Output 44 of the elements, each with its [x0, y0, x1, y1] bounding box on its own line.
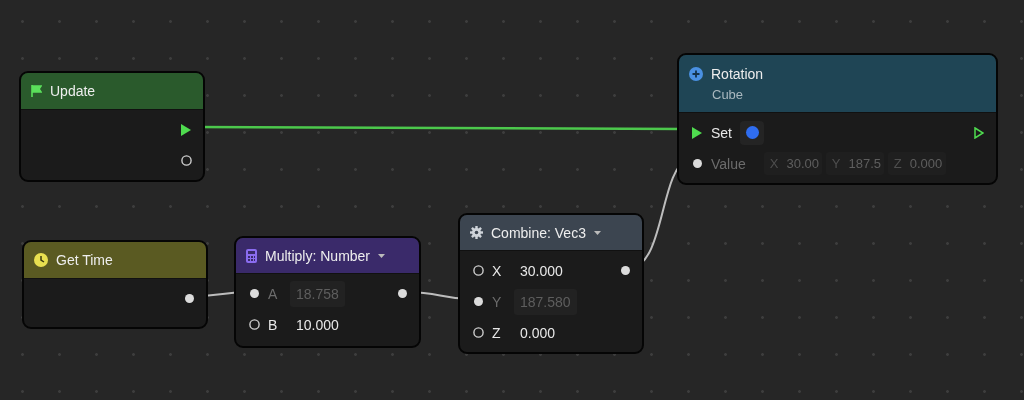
port-label: B	[268, 315, 279, 334]
field-value: 187.5	[848, 156, 881, 171]
node-card[interactable]: Get Time	[22, 240, 208, 329]
input-port-icon[interactable]	[472, 265, 484, 276]
output-port-icon[interactable]	[974, 126, 984, 139]
input-port-icon[interactable]	[473, 297, 483, 306]
node-title: Get Time	[56, 252, 113, 268]
field-value: 0.000	[909, 156, 943, 171]
input-port-icon[interactable]	[249, 289, 259, 298]
port-label: Z	[492, 323, 502, 342]
clock-icon	[34, 253, 48, 267]
node-card[interactable]: Combine: Vec3 X 30.000 Y 187.580 Z 0.000	[458, 213, 644, 354]
port-label: Y	[492, 292, 503, 311]
input-port-icon[interactable]	[692, 126, 702, 139]
output-port-icon[interactable]	[181, 123, 191, 136]
input-port-icon[interactable]	[692, 159, 702, 168]
caret-icon[interactable]	[378, 253, 386, 258]
flag-icon	[31, 85, 42, 97]
port-label: X	[492, 261, 503, 280]
input-port-icon[interactable]	[248, 319, 260, 330]
value-field[interactable]: 30.000	[514, 257, 569, 284]
input-port-icon[interactable]	[472, 327, 484, 338]
plus-circle-icon	[689, 66, 703, 81]
value-field[interactable]: 10.000	[290, 311, 345, 338]
node-title: Update	[50, 83, 96, 99]
node-card[interactable]: Update	[19, 71, 205, 182]
node-title: Multiply: Number	[265, 247, 371, 264]
output-port-icon[interactable]	[620, 266, 630, 275]
output-port-icon[interactable]	[397, 289, 407, 298]
port-label: Value	[711, 154, 746, 173]
node-title: Combine: Vec3	[491, 224, 586, 241]
port-label: A	[268, 284, 279, 303]
node-subtitle: Cube	[711, 86, 745, 102]
node-card[interactable]: Multiply: Number A 18.758 B 10.000	[234, 236, 421, 348]
port-label: Set	[711, 123, 732, 142]
node-title: Rotation	[711, 65, 764, 82]
output-port-icon[interactable]	[180, 155, 192, 166]
caret-icon[interactable]	[593, 230, 601, 235]
gear-icon	[470, 226, 483, 239]
toggle-control[interactable]	[740, 120, 764, 145]
calculator-icon	[246, 248, 257, 263]
field-value: 30.00	[786, 156, 819, 171]
output-port-icon[interactable]	[184, 294, 194, 303]
value-field[interactable]: 0.000	[514, 319, 562, 346]
